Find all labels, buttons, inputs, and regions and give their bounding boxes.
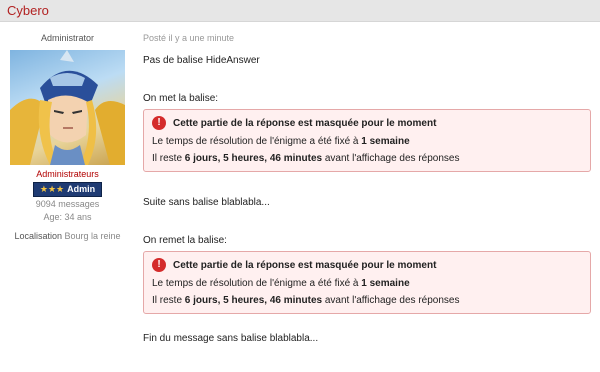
location-label: Localisation <box>14 231 62 241</box>
admin-badge-label: Admin <box>67 184 96 194</box>
location-value: Bourg la reine <box>64 231 121 241</box>
author-name-link[interactable]: Cybero <box>7 3 49 18</box>
user-profile-panel: Administrator Administrateurs ★★★ Admin 9… <box>0 22 135 344</box>
post-timestamp: Posté il y a une minute <box>143 33 235 43</box>
hidden-answer-title-1: Cette partie de la réponse est masquée p… <box>173 117 437 129</box>
hidden-answer-title-2: Cette partie de la réponse est masquée p… <box>173 259 437 271</box>
hidden-answer-box-1: ! Cette partie de la réponse est masquée … <box>143 109 591 172</box>
message-count: 9094 messages <box>35 199 100 209</box>
star-icon: ★★★ <box>39 184 65 194</box>
admin-badge: ★★★ Admin <box>32 182 103 197</box>
user-age: Age: 34 ans <box>43 212 92 222</box>
user-location: Localisation Bourg la reine <box>0 231 135 241</box>
post-intro: Pas de balise HideAnswer <box>143 55 260 66</box>
post-header: Cybero <box>0 0 600 22</box>
hidden-answer-duration-1: Le temps de résolution de l'énigme a été… <box>152 136 410 147</box>
avatar[interactable] <box>10 50 125 165</box>
exclamation-circle-icon: ! <box>152 258 166 272</box>
hide-label-1: On met la balise: <box>143 93 219 104</box>
user-group: Administrateurs <box>36 169 99 179</box>
post-end-text: Fin du message sans balise blablabla... <box>143 333 319 344</box>
exclamation-circle-icon: ! <box>152 116 166 130</box>
hidden-answer-remaining-2: Il reste 6 jours, 5 heures, 46 minutes a… <box>152 295 460 306</box>
hidden-answer-duration-2: Le temps de résolution de l'énigme a été… <box>152 278 410 289</box>
hide-label-2: On remet la balise: <box>143 235 227 246</box>
user-role: Administrator <box>40 33 94 43</box>
post-content: Posté il y a une minute Pas de balise Hi… <box>135 22 600 344</box>
hidden-answer-box-2: ! Cette partie de la réponse est masquée … <box>143 251 591 314</box>
post-body: Administrator Administrateurs ★★★ Admin 9… <box>0 22 600 344</box>
post-between-text: Suite sans balise blablabla... <box>143 197 270 208</box>
hidden-answer-remaining-1: Il reste 6 jours, 5 heures, 46 minutes a… <box>152 153 460 164</box>
